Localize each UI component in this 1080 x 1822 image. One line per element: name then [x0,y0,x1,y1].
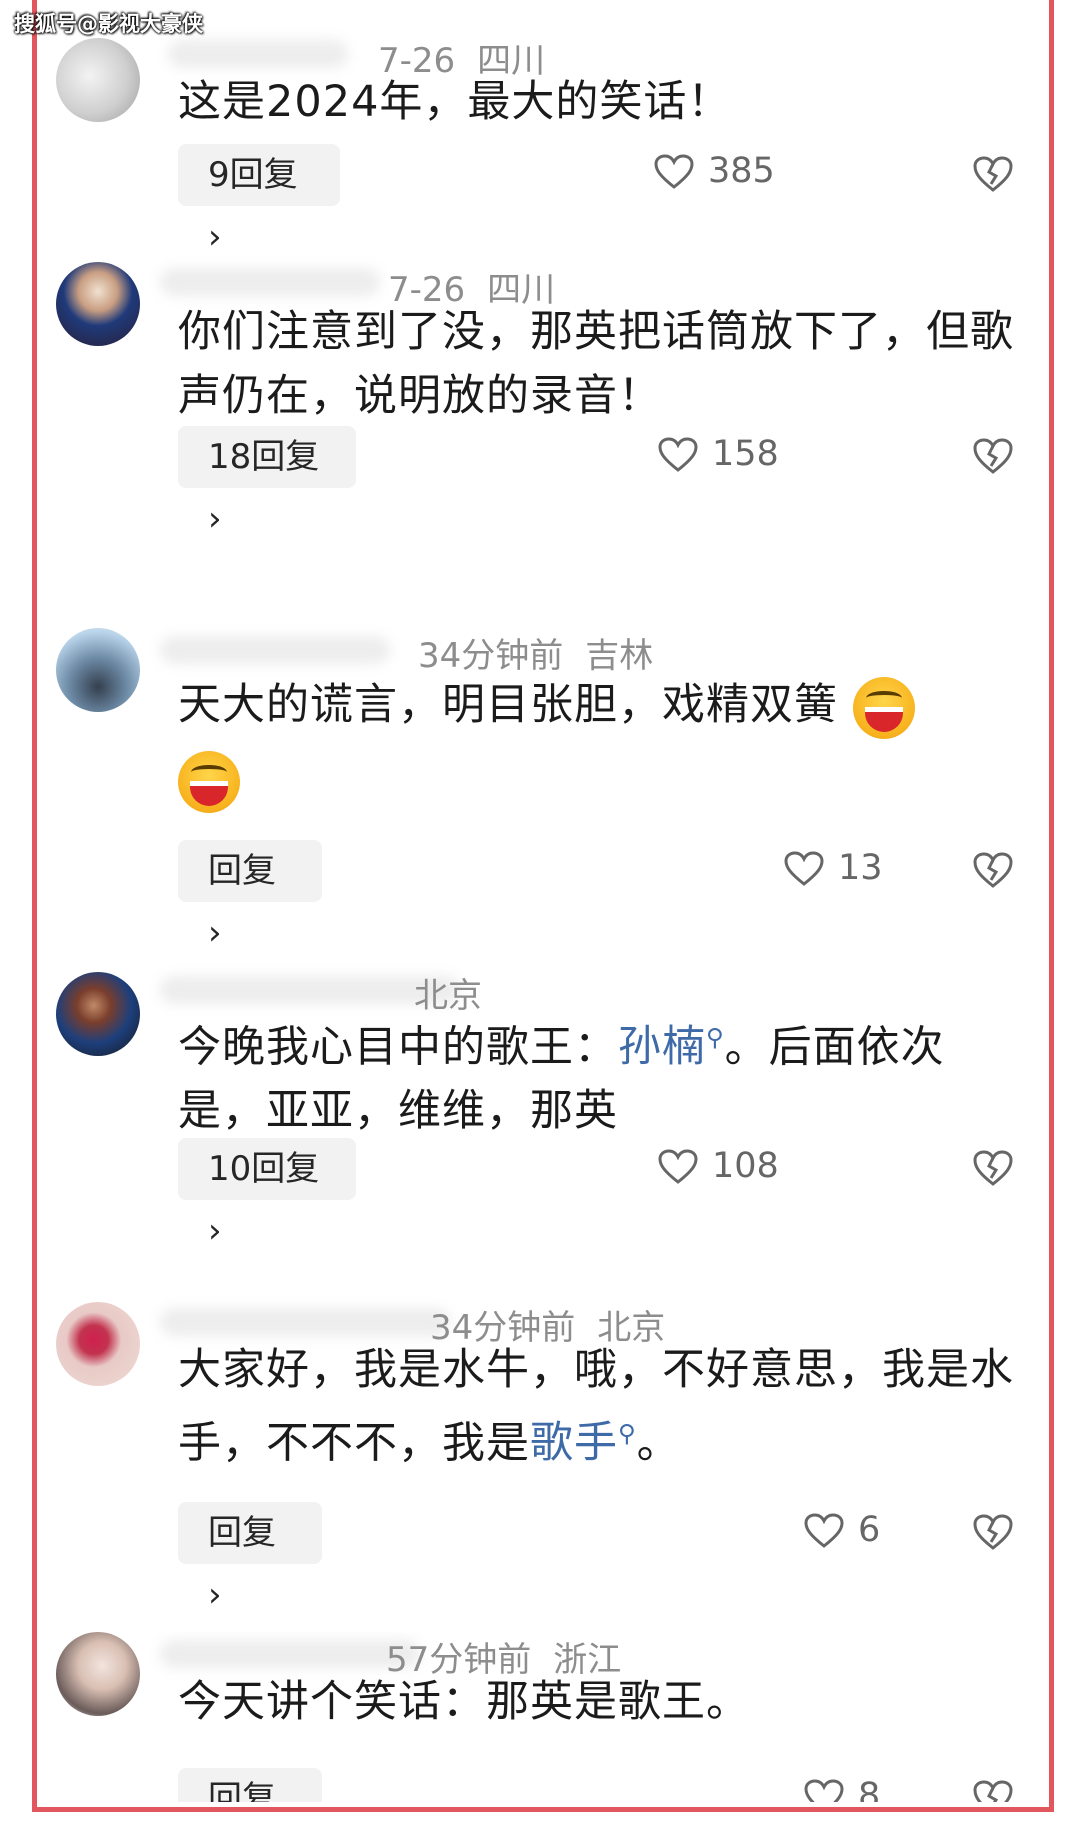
reply-label: 18回复 [208,437,320,477]
comment-text-before: 今晚我心目中的歌王： [178,1022,618,1073]
like-button[interactable]: 8 [804,1776,880,1802]
comment-text-body: 天大的谎言，明目张胆，戏精双簧 [178,680,838,730]
avatar[interactable] [56,628,140,712]
like-count: 158 [712,434,779,474]
broken-heart-icon[interactable] [972,436,1014,476]
reply-button[interactable]: 回复 › [178,1768,322,1802]
avatar[interactable] [56,972,140,1056]
grinning-squint-emoji-icon [178,750,240,813]
avatar[interactable] [56,38,140,122]
broken-heart-icon[interactable] [972,1778,1014,1802]
reply-button[interactable]: 回复 › [178,840,322,953]
broken-heart-icon[interactable] [972,154,1014,194]
broken-heart-icon[interactable] [972,850,1014,890]
broken-heart-icon[interactable] [972,1148,1014,1188]
chevron-right-icon: › [208,1575,222,1615]
username-blurred [160,1308,450,1336]
heart-outline-icon [654,154,694,189]
comment-item: 34分钟前 吉林 天大的谎言，明目张胆，戏精双簧 回复 › 13 [56,628,1026,953]
reply-label: 回复 [208,851,276,891]
like-button[interactable]: 158 [658,434,779,474]
like-count: 13 [838,848,883,888]
username-blurred [160,636,390,664]
comment-item: 34分钟前 北京 大家好，我是水牛，哦，不好意思，我是水手，不不不，我是歌手⚲。 … [56,1302,1026,1615]
reply-button[interactable]: 18回复 › [178,426,356,539]
avatar[interactable] [56,262,140,346]
like-button[interactable]: 13 [784,848,883,888]
heart-outline-icon [804,1513,844,1548]
reply-label: 回复 [208,1513,276,1553]
comment-text: 你们注意到了没，那英把话筒放下了，但歌声仍在，说明放的录音！ [178,307,1014,421]
avatar[interactable] [56,1632,140,1716]
like-button[interactable]: 108 [658,1146,779,1186]
grinning-squint-emoji-icon [852,676,915,739]
heart-outline-icon [658,437,698,472]
comment-item: 57分钟前浙江 今天讲个笑话：那英是歌王。 回复 › 8 [56,1632,1026,1802]
reply-button[interactable]: 10回复 › [178,1138,356,1251]
comment-item: 7-26 四川 这是2024年，最大的笑话！ 9回复 › 385 [56,38,1026,257]
reply-button[interactable]: 回复 › [178,1502,322,1615]
comment-text: 这是2024年，最大的笑话！ [178,77,732,127]
comment-text: 天大的谎言，明目张胆，戏精双簧 [178,668,1018,816]
topic-link-label: 歌手 [530,1418,618,1469]
broken-heart-icon[interactable] [972,1512,1014,1552]
topic-link[interactable]: 歌手⚲ [530,1418,637,1468]
like-count: 8 [858,1776,881,1802]
username-blurred [168,40,348,68]
like-count: 385 [708,151,775,191]
chevron-right-icon: › [208,499,222,539]
reply-label: 回复 [208,1779,276,1802]
topic-link[interactable]: 孙楠⚲ [618,1022,725,1072]
comment-item: 北京 今晚我心目中的歌王：孙楠⚲。后面依次是，亚亚，维维，那英 10回复 › 1… [56,972,1026,1252]
heart-outline-icon [804,1779,844,1802]
watermark: 搜狐号@影视大豪侠 [14,12,203,36]
comment-text: 大家好，我是水牛，哦，不好意思，我是水手，不不不，我是歌手⚲。 [178,1338,1018,1475]
chevron-right-icon: › [208,913,222,953]
like-button[interactable]: 385 [654,151,775,191]
like-count: 6 [858,1510,881,1550]
comment-text: 今晚我心目中的歌王：孙楠⚲。后面依次是，亚亚，维维，那英 [178,1006,1018,1143]
chevron-right-icon: › [208,1211,222,1251]
like-count: 108 [712,1146,779,1186]
comment-text: 今天讲个笑话：那英是歌王。 [178,1677,750,1727]
username-blurred [160,268,380,296]
topic-link-label: 孙楠 [618,1022,706,1073]
reply-label: 9回复 [208,155,298,195]
heart-outline-icon [658,1149,698,1184]
comment-item: 7-26 四川 你们注意到了没，那英把话筒放下了，但歌声仍在，说明放的录音！ 18… [56,262,1026,539]
search-icon: ⚲ [618,1420,637,1448]
avatar[interactable] [56,1302,140,1386]
heart-outline-icon [784,851,824,886]
search-icon: ⚲ [706,1024,725,1052]
reply-label: 10回复 [208,1149,320,1189]
username-blurred [160,1640,420,1668]
like-button[interactable]: 6 [804,1510,880,1550]
comment-text-after: 。 [636,1418,681,1469]
chevron-right-icon: › [208,217,222,257]
reply-button[interactable]: 9回复 › [178,144,340,257]
